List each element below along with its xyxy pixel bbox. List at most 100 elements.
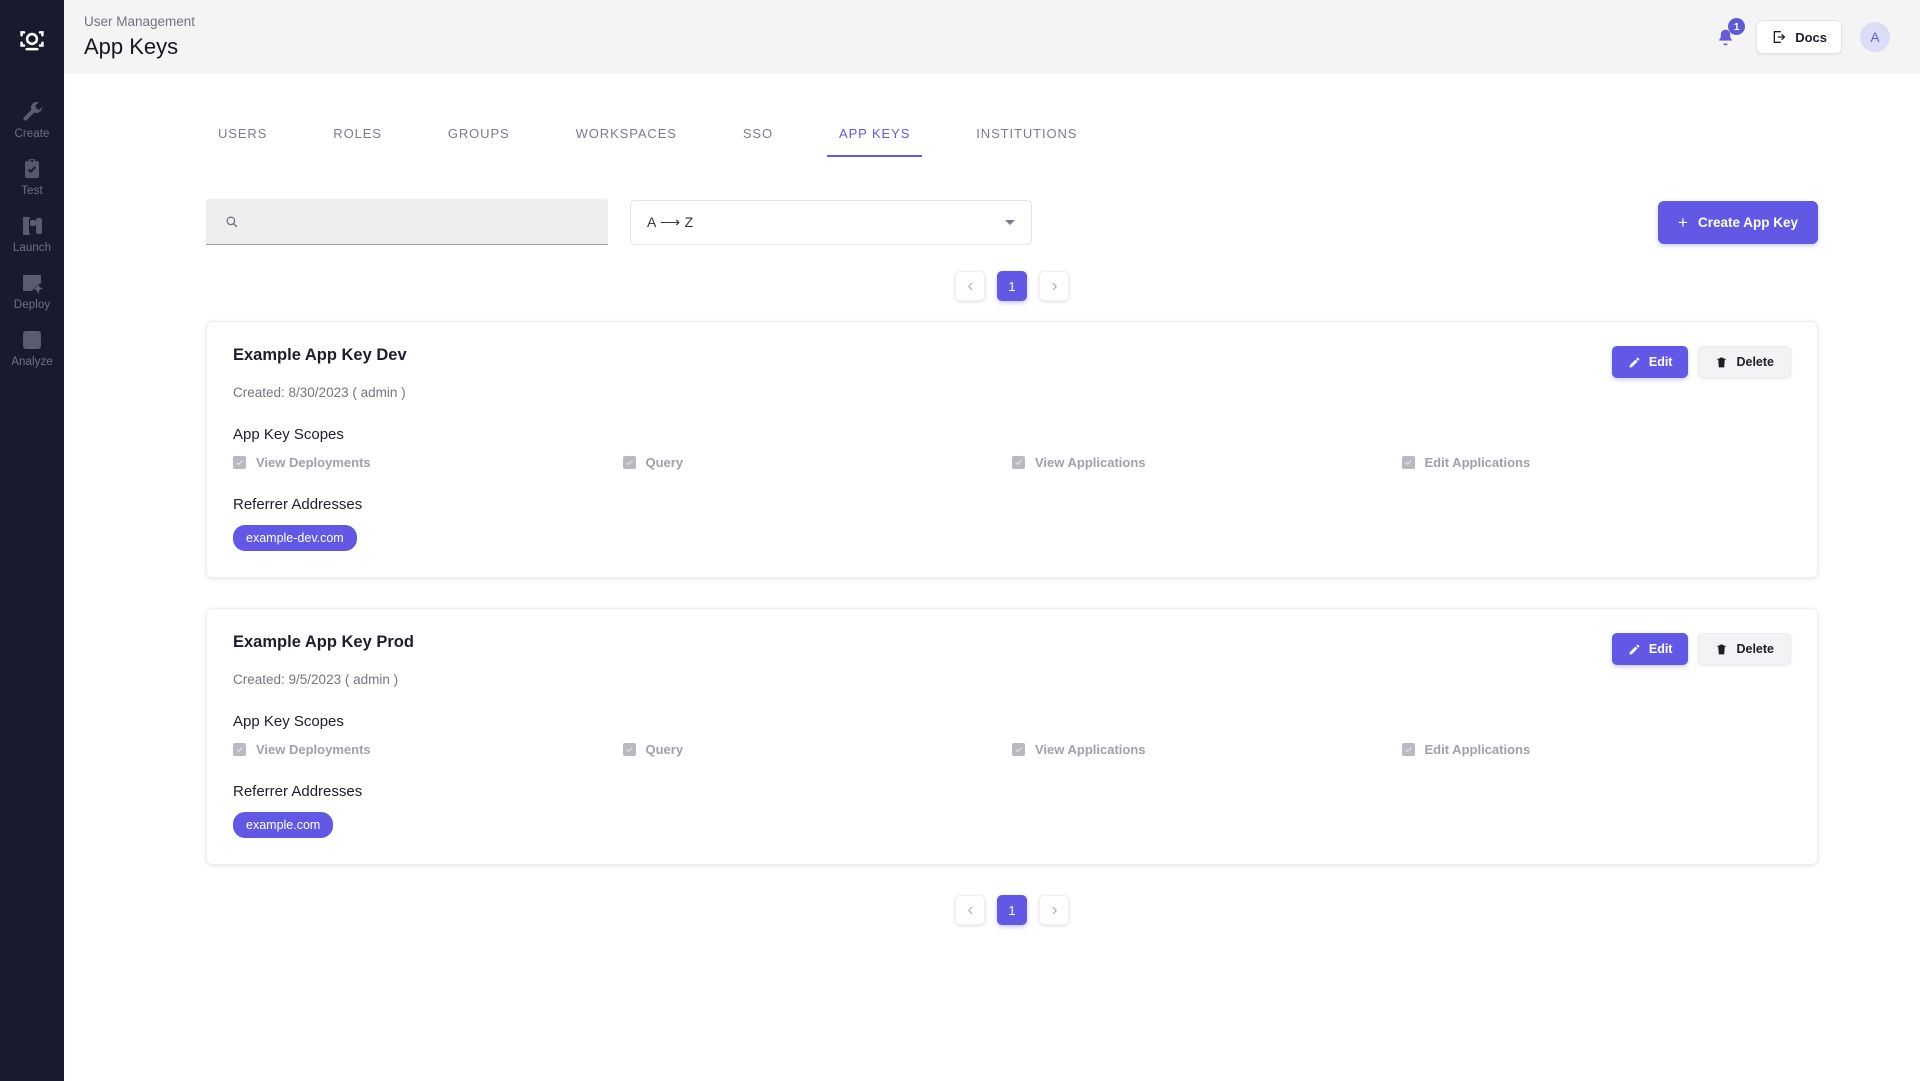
app-key-scopes: View Deployments Query View Applications xyxy=(233,742,1791,757)
page-title: App Keys xyxy=(84,34,179,60)
page-heading-group: User Management App Keys xyxy=(84,12,195,62)
sidebar-item-launch[interactable]: Launch xyxy=(0,204,64,261)
scope-label: Query xyxy=(645,742,684,757)
pagination-page-1[interactable]: 1 xyxy=(997,895,1027,925)
external-link-icon xyxy=(1773,31,1786,43)
sort-select[interactable]: A ⟶ Z xyxy=(630,199,1032,245)
edit-button[interactable]: Edit xyxy=(1611,346,1689,378)
app-key-scopes: View Deployments Query View Applications xyxy=(233,455,1791,470)
pagination-next-button[interactable] xyxy=(1039,895,1069,925)
sidebar-item-test[interactable]: Test xyxy=(0,147,64,204)
create-app-key-label: Create App Key xyxy=(1697,214,1798,230)
pagination-top: 1 xyxy=(140,271,1884,301)
checkbox-checked-icon xyxy=(1401,743,1415,756)
tab-app-keys[interactable]: APP KEYS xyxy=(827,112,923,157)
tab-roles[interactable]: ROLES xyxy=(321,112,394,157)
chevron-left-icon xyxy=(967,906,972,914)
sidebar-item-create[interactable]: Create xyxy=(0,90,64,147)
checkbox-checked-icon xyxy=(622,456,636,469)
notifications-button[interactable]: 1 xyxy=(1712,18,1746,52)
scope-label: Query xyxy=(645,455,684,470)
delete-button[interactable]: Delete xyxy=(1698,633,1791,665)
sidebar: Create Test Launch Deploy Analyze xyxy=(0,0,64,1081)
app-key-card: Example App Key Prod Created: 9/5/2023 (… xyxy=(206,608,1818,865)
scope-item: Query xyxy=(622,742,1013,757)
main-area: User Management App Keys 1 Docs A USERS … xyxy=(64,0,1920,1081)
tab-sso[interactable]: SSO xyxy=(731,112,785,157)
scope-label: View Deployments xyxy=(256,455,371,470)
toolbar: A ⟶ Z + Create App Key xyxy=(100,199,1884,245)
scope-item: Edit Applications xyxy=(1401,455,1792,470)
chevron-right-icon xyxy=(1052,906,1057,914)
app-root: Create Test Launch Deploy Analyze User M… xyxy=(0,0,1920,1081)
app-key-card: Example App Key Dev Created: 8/30/2023 (… xyxy=(206,321,1818,578)
scope-label: View Applications xyxy=(1035,455,1146,470)
search-input[interactable] xyxy=(249,213,590,230)
checkbox-checked-icon xyxy=(233,743,246,756)
checkbox-checked-icon xyxy=(1401,456,1415,469)
pencil-icon xyxy=(1629,357,1640,367)
chevron-down-icon xyxy=(1005,219,1015,225)
sidebar-item-deploy[interactable]: Deploy xyxy=(0,261,64,318)
sidebar-item-label: Test xyxy=(21,185,43,197)
referrer-chip: example.com xyxy=(233,812,334,838)
sidebar-item-label: Deploy xyxy=(13,299,51,311)
notification-badge: 1 xyxy=(1728,18,1746,35)
edit-label: Edit xyxy=(1648,355,1673,369)
sidebar-item-analyze[interactable]: Analyze xyxy=(0,318,64,375)
app-key-created: Created: 8/30/2023 ( admin ) xyxy=(233,385,406,400)
sort-select-value: A ⟶ Z xyxy=(647,213,694,230)
sidebar-item-label: Create xyxy=(14,128,50,140)
plus-icon: + xyxy=(1678,212,1688,232)
clipboard-check-icon xyxy=(19,156,45,182)
scope-item: View Deployments xyxy=(233,455,623,470)
referrer-addresses-heading: Referrer Addresses xyxy=(233,496,363,513)
docs-button[interactable]: Docs xyxy=(1756,20,1842,54)
scope-label: View Applications xyxy=(1035,742,1146,757)
scope-item: View Applications xyxy=(1012,742,1402,757)
pagination-bottom: 1 xyxy=(140,895,1884,925)
scope-label: Edit Applications xyxy=(1424,742,1531,757)
scope-item: Query xyxy=(622,455,1013,470)
app-key-title: Example App Key Dev xyxy=(233,346,407,364)
pagination-prev-button[interactable] xyxy=(955,271,985,301)
pagination-prev-button[interactable] xyxy=(955,895,985,925)
window-gear-icon xyxy=(19,270,45,296)
app-key-scopes-heading: App Key Scopes xyxy=(233,426,344,443)
scope-item: View Applications xyxy=(1012,455,1402,470)
referrer-chip-list: example-dev.com xyxy=(233,525,1791,551)
referrer-addresses-heading: Referrer Addresses xyxy=(233,783,363,800)
pagination-page-1[interactable]: 1 xyxy=(997,271,1027,301)
sidebar-item-label: Launch xyxy=(12,242,52,254)
tab-workspaces[interactable]: WORKSPACES xyxy=(564,112,689,157)
checkbox-checked-icon xyxy=(233,456,246,469)
breadcrumb: User Management xyxy=(84,14,196,30)
clarifai-logo-icon[interactable] xyxy=(10,18,54,62)
app-key-scopes-heading: App Key Scopes xyxy=(233,713,344,730)
tab-users[interactable]: USERS xyxy=(206,112,279,157)
referrer-chip: example-dev.com xyxy=(233,525,357,551)
launch-device-icon xyxy=(19,213,45,239)
scope-label: View Deployments xyxy=(256,742,371,757)
create-app-key-button[interactable]: + Create App Key xyxy=(1658,200,1818,244)
tab-groups[interactable]: GROUPS xyxy=(436,112,522,157)
app-key-created: Created: 9/5/2023 ( admin ) xyxy=(233,672,399,687)
delete-label: Delete xyxy=(1736,642,1774,656)
sidebar-item-label: Analyze xyxy=(11,356,53,368)
top-bar: User Management App Keys 1 Docs A xyxy=(64,0,1920,74)
app-key-card-actions: Edit Delete xyxy=(1611,346,1791,378)
delete-label: Delete xyxy=(1736,355,1774,369)
top-bar-actions: 1 Docs A xyxy=(1712,18,1890,54)
edit-button[interactable]: Edit xyxy=(1611,633,1689,665)
tab-institutions[interactable]: INSTITUTIONS xyxy=(964,112,1089,157)
search-box[interactable] xyxy=(206,199,608,245)
app-key-card-actions: Edit Delete xyxy=(1611,633,1791,665)
trash-icon xyxy=(1717,644,1727,654)
delete-button[interactable]: Delete xyxy=(1698,346,1791,378)
checkbox-checked-icon xyxy=(1012,743,1025,756)
pagination-next-button[interactable] xyxy=(1039,271,1069,301)
avatar[interactable]: A xyxy=(1860,22,1890,52)
wrench-icon xyxy=(19,99,45,125)
chevron-right-icon xyxy=(1052,282,1057,290)
tab-bar: USERS ROLES GROUPS WORKSPACES SSO APP KE… xyxy=(206,112,1884,157)
